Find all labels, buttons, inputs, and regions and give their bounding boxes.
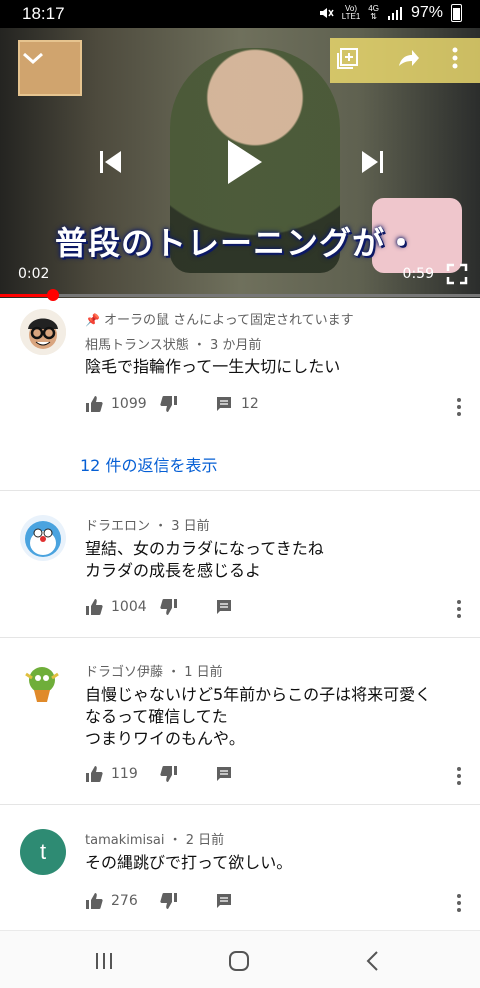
home-icon[interactable] [225,947,253,975]
elapsed-time: 0:02 [18,266,50,282]
comment-time: 2 日前 [185,833,225,848]
pinned-label: 📌 オーラの鼠 さんによって固定されています [85,313,354,328]
signal-icon [387,7,402,20]
comment-author[interactable]: ドラゴソ伊藤 [85,665,163,680]
thumb-up-icon[interactable] [85,765,103,783]
comment-time: 3 か月前 [210,338,262,353]
add-to-queue-icon[interactable] [335,45,361,71]
mute-icon [319,8,334,18]
duration-time: 0:59 [402,266,434,282]
network-label: Vo) LTE1 [341,4,361,21]
battery-icon [451,4,462,22]
reply-icon[interactable] [215,892,233,910]
comment-actions: 119 [85,765,455,789]
next-icon[interactable] [358,148,386,176]
comment-text: 自慢じゃないけど5年前からこの子は将来可愛く なるって確信してた つまりワイのもんや… [85,685,432,748]
more-vert-icon[interactable] [449,45,461,71]
thumb-down-icon[interactable] [160,598,178,616]
reply-count: 12 [241,396,259,412]
previous-icon[interactable] [97,148,125,176]
avatar[interactable] [20,309,66,355]
comment-menu-icon[interactable] [456,766,462,786]
battery-percent: 97% [410,4,443,21]
minimize-chevron-icon[interactable] [20,45,46,71]
reply-icon[interactable] [215,765,233,783]
like-count: 1004 [111,599,147,615]
status-bar: 18:17 Vo) LTE1 4G ⇅ 97% [0,0,480,28]
avatar[interactable] [20,515,66,561]
comment-text: その縄跳びで打って欲しい。 [85,853,293,872]
comment-meta: 相馬トランス状態 ・ 3 か月前 [85,338,262,353]
like-count: 1099 [111,396,147,412]
recent-apps-icon[interactable] [90,947,118,975]
thumb-down-icon[interactable] [160,765,178,783]
comment-meta: ドラエロン ・ 3 日前 [85,519,210,534]
comment-time: 3 日前 [171,519,210,534]
comment-author[interactable]: 相馬トランス状態 [85,338,189,353]
thumb-up-icon[interactable] [85,395,103,413]
comment-time: 1 日前 [184,665,223,680]
comment-menu-icon[interactable] [456,599,462,619]
progress-fill [0,294,53,297]
comment-actions: 1004 [85,598,455,622]
thumb-down-icon[interactable] [160,892,178,910]
system-nav-bar [0,930,480,988]
comment-meta: ドラゴソ伊藤 ・ 1 日前 [85,665,223,680]
divider [0,490,480,491]
comment-author[interactable]: tamakimisai [85,833,164,848]
avatar[interactable] [20,660,66,706]
share-icon[interactable] [395,45,421,71]
progress-bar[interactable] [0,289,480,301]
comment-text: 望結、女のカラダになってきたね カラダの成長を感じるよ [85,539,324,580]
avatar[interactable]: t [20,829,66,875]
scrubber-handle[interactable] [46,289,59,301]
thumb-up-icon[interactable] [85,598,103,616]
data-arrows-icon: 4G ⇅ [368,4,379,21]
comment-text: 陰毛で指輪作って一生大切にしたい [85,357,341,376]
comment-menu-icon[interactable] [456,397,462,417]
status-icons: Vo) LTE1 4G ⇅ 97% [318,4,462,22]
comment-actions: 276 [85,892,455,916]
like-count: 276 [111,893,138,909]
comment-meta: tamakimisai ・ 2 日前 [85,833,225,848]
comment-actions: 1099 12 [85,395,455,419]
video-caption: 普段のトレーニングが・ [55,224,419,262]
divider [0,637,480,638]
thumb-down-icon[interactable] [160,395,178,413]
reply-icon[interactable] [215,395,233,413]
comment-author[interactable]: ドラエロン [85,519,150,534]
divider [0,804,480,805]
like-count: 119 [111,766,138,782]
pin-icon: 📌 [85,313,100,327]
play-icon[interactable] [224,138,264,186]
comment-menu-icon[interactable] [456,893,462,913]
status-time: 18:17 [22,4,65,23]
thumb-up-icon[interactable] [85,892,103,910]
back-icon[interactable] [360,947,388,975]
fullscreen-icon[interactable] [446,263,468,285]
reply-icon[interactable] [215,598,233,616]
view-replies-link[interactable]: 12 件の返信を表示 [80,452,217,476]
